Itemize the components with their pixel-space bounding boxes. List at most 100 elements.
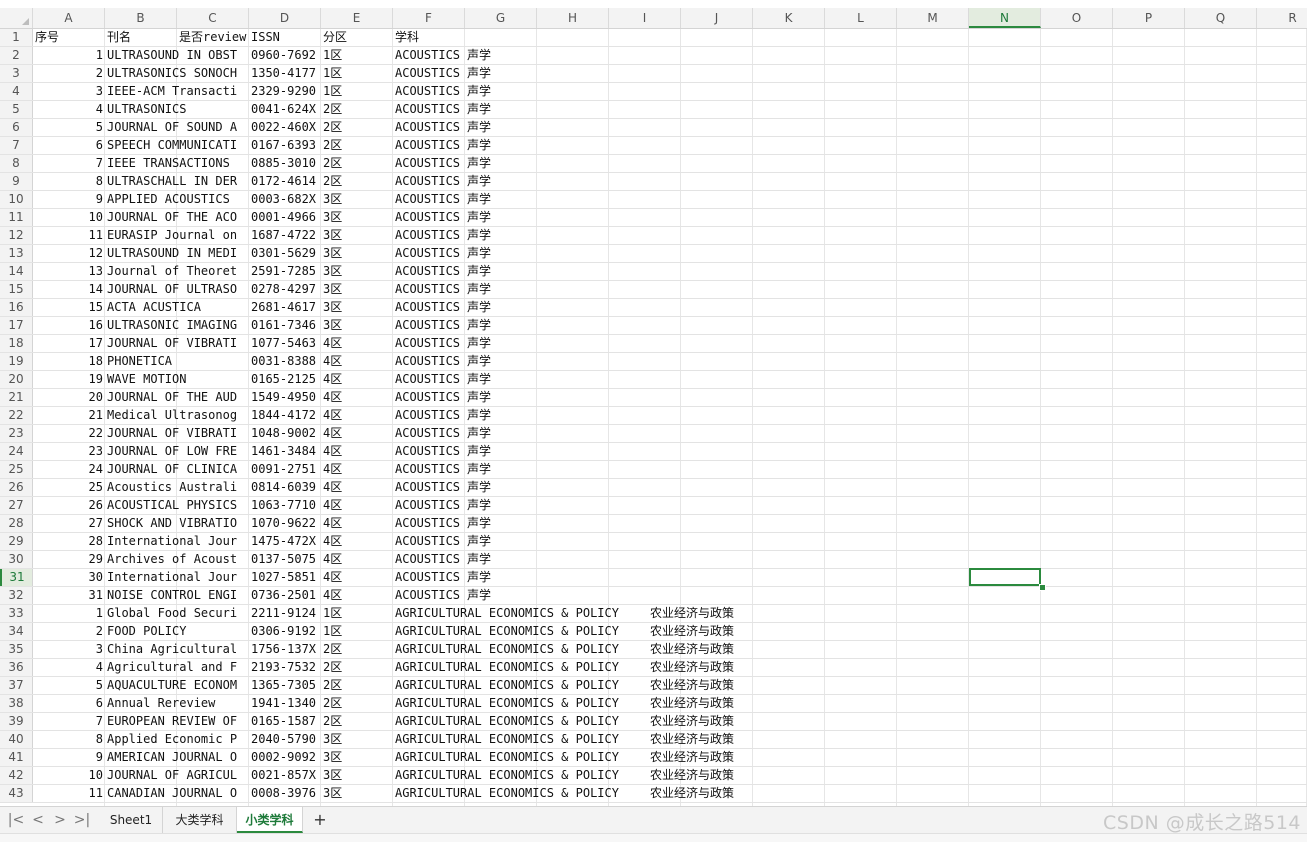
row-header[interactable]: 4 [0, 83, 33, 100]
column-header-A[interactable]: A [33, 8, 105, 28]
table-cell[interactable]: Archives of Acoust [105, 551, 249, 568]
table-cell[interactable]: ACOUSTICS [393, 533, 465, 550]
header-cell[interactable]: 分区 [321, 29, 393, 46]
table-cell[interactable]: 22 [33, 425, 105, 442]
table-cell[interactable]: ACOUSTICS [393, 281, 465, 298]
table-cell[interactable]: 4区 [321, 389, 393, 406]
table-cell[interactable]: APPLIED ACOUSTICS [105, 191, 249, 208]
table-cell[interactable]: 1 [33, 605, 105, 622]
table-cell[interactable]: ACOUSTICS [393, 227, 465, 244]
last-sheet-button[interactable]: >| [72, 810, 92, 830]
row-header[interactable]: 42 [0, 767, 33, 784]
row-header[interactable]: 31 [0, 569, 33, 586]
table-cell[interactable]: ACOUSTICS [393, 191, 465, 208]
table-cell[interactable]: JOURNAL OF THE ACO [105, 209, 249, 226]
table-cell[interactable]: 6 [33, 695, 105, 712]
row-header[interactable]: 12 [0, 227, 33, 244]
row-header[interactable]: 15 [0, 281, 33, 298]
row-header[interactable]: 40 [0, 731, 33, 748]
prev-sheet-button[interactable]: < [28, 810, 48, 830]
table-cell[interactable]: 声学 [465, 371, 537, 388]
table-cell[interactable]: 声学 [465, 515, 537, 532]
table-cell[interactable]: JOURNAL OF THE AUD [105, 389, 249, 406]
row-header[interactable]: 29 [0, 533, 33, 550]
table-cell[interactable]: EURASIP Journal on [105, 227, 249, 244]
table-cell[interactable]: 声学 [465, 407, 537, 424]
table-cell[interactable]: 5 [33, 119, 105, 136]
table-cell[interactable]: Global Food Securi [105, 605, 249, 622]
table-cell[interactable]: 3区 [321, 317, 393, 334]
table-cell[interactable]: 声学 [465, 551, 537, 568]
table-cell[interactable]: 声学 [465, 119, 537, 136]
table-cell[interactable]: 声学 [465, 263, 537, 280]
table-cell[interactable]: 12 [33, 245, 105, 262]
table-cell[interactable]: 声学 [465, 443, 537, 460]
table-cell[interactable]: 7 [33, 155, 105, 172]
table-cell[interactable]: AGRICULTURAL ECONOMICS & POLICY [393, 677, 648, 694]
table-cell[interactable]: ACOUSTICS [393, 389, 465, 406]
row-header[interactable]: 39 [0, 713, 33, 730]
table-cell[interactable]: ACOUSTICS [393, 245, 465, 262]
table-cell[interactable]: 声学 [465, 569, 537, 586]
table-cell[interactable]: 声学 [465, 137, 537, 154]
table-cell[interactable]: 4区 [321, 443, 393, 460]
table-cell[interactable]: 声学 [465, 389, 537, 406]
table-cell[interactable]: 农业经济与政策 [648, 713, 788, 730]
table-cell[interactable]: JOURNAL OF LOW FRE [105, 443, 249, 460]
table-cell[interactable]: China Agricultural [105, 641, 249, 658]
table-cell[interactable]: 声学 [465, 479, 537, 496]
table-cell[interactable]: PHONETICA [105, 353, 249, 370]
table-cell[interactable]: ULTRASONIC IMAGING [105, 317, 249, 334]
row-header[interactable]: 28 [0, 515, 33, 532]
table-cell[interactable]: WAVE MOTION [105, 371, 249, 388]
table-cell[interactable]: 4区 [321, 353, 393, 370]
table-cell[interactable]: 20 [33, 389, 105, 406]
table-cell[interactable]: JOURNAL OF SOUND A [105, 119, 249, 136]
table-cell[interactable]: Applied Economic P [105, 731, 249, 748]
table-cell[interactable]: ACOUSTICS [393, 569, 465, 586]
table-cell[interactable]: 1 [33, 47, 105, 64]
table-cell[interactable]: IEEE TRANSACTIONS [105, 155, 249, 172]
row-header[interactable]: 24 [0, 443, 33, 460]
table-cell[interactable]: 9 [33, 191, 105, 208]
table-cell[interactable]: International Jour [105, 569, 249, 586]
column-header-P[interactable]: P [1113, 8, 1185, 28]
table-cell[interactable]: 声学 [465, 497, 537, 514]
table-cell[interactable]: AGRICULTURAL ECONOMICS & POLICY [393, 659, 648, 676]
table-cell[interactable]: 2区 [321, 713, 393, 730]
table-cell[interactable]: 19 [33, 371, 105, 388]
row-header[interactable]: 8 [0, 155, 33, 172]
table-cell[interactable]: JOURNAL OF AGRICUL [105, 767, 249, 784]
row-header[interactable]: 5 [0, 101, 33, 118]
table-cell[interactable]: 农业经济与政策 [648, 677, 788, 694]
table-cell[interactable]: 3区 [321, 263, 393, 280]
table-cell[interactable]: ACOUSTICS [393, 425, 465, 442]
column-header-K[interactable]: K [753, 8, 825, 28]
table-cell[interactable]: 26 [33, 497, 105, 514]
table-cell[interactable]: ACOUSTICS [393, 173, 465, 190]
row-header[interactable]: 21 [0, 389, 33, 406]
table-cell[interactable]: 4 [33, 659, 105, 676]
table-cell[interactable]: 15 [33, 299, 105, 316]
table-cell[interactable]: AGRICULTURAL ECONOMICS & POLICY [393, 695, 648, 712]
table-cell[interactable]: Acoustics Australi [105, 479, 249, 496]
table-cell[interactable]: 3区 [321, 227, 393, 244]
header-cell[interactable]: ISSN [249, 29, 321, 46]
table-cell[interactable]: 8 [33, 731, 105, 748]
table-cell[interactable]: ACOUSTICS [393, 407, 465, 424]
table-cell[interactable]: 声学 [465, 155, 537, 172]
table-cell[interactable]: ACOUSTICS [393, 461, 465, 478]
table-cell[interactable]: 27 [33, 515, 105, 532]
table-cell[interactable]: ULTRASOUND IN MEDI [105, 245, 249, 262]
table-cell[interactable]: 11 [33, 785, 105, 802]
row-header[interactable]: 43 [0, 785, 33, 802]
table-cell[interactable]: ULTRASOUND IN OBST [105, 47, 249, 64]
table-cell[interactable]: 声学 [465, 317, 537, 334]
row-header[interactable]: 30 [0, 551, 33, 568]
table-cell[interactable]: 农业经济与政策 [648, 731, 788, 748]
table-cell[interactable]: AGRICULTURAL ECONOMICS & POLICY [393, 749, 648, 766]
table-cell[interactable]: 17 [33, 335, 105, 352]
table-cell[interactable]: SPEECH COMMUNICATI [105, 137, 249, 154]
table-cell[interactable]: 16 [33, 317, 105, 334]
table-cell[interactable]: JOURNAL OF CLINICA [105, 461, 249, 478]
